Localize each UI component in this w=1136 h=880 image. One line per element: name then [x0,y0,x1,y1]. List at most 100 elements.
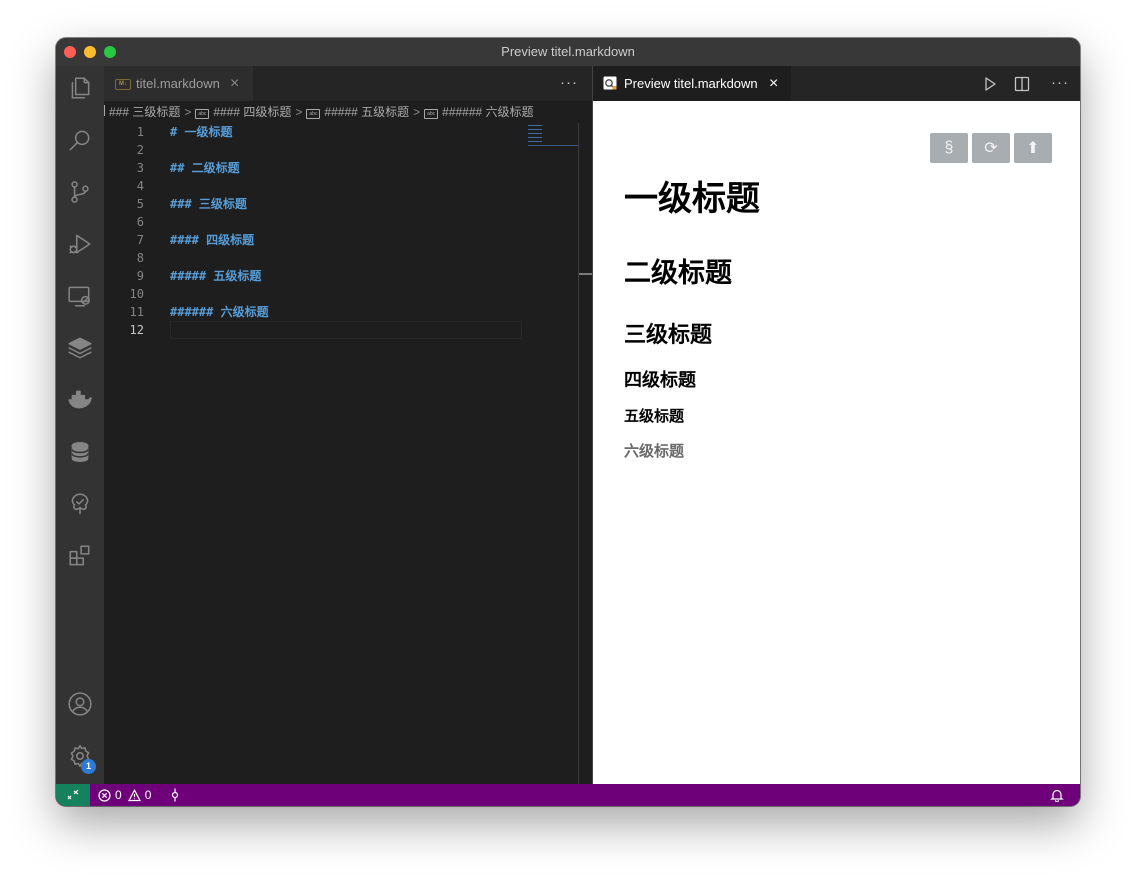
code-line-active: 12 [104,321,524,339]
preview-group: Preview titel.markdown × ··· § ⟳ ⬆ 一级标题 … [592,66,1080,784]
code-line: 4 [104,177,524,195]
warning-count: 0 [144,788,152,802]
tree-icon[interactable] [56,484,104,524]
tab-titel-markdown[interactable]: M↓ titel.markdown × [104,66,254,101]
string-symbol-icon: abc [306,109,321,119]
preview-icon [603,76,617,90]
code-line: 8 [104,249,524,267]
current-line-highlight [170,321,522,339]
tab-preview[interactable]: Preview titel.markdown × [593,66,791,101]
more-actions-button[interactable]: ··· [1051,66,1069,99]
line-number: 5 [136,197,144,211]
close-icon[interactable]: × [769,66,778,101]
line-text: ### 三级标题 [170,197,247,211]
line-text: # 一级标题 [170,125,233,139]
vscode-window: Preview titel.markdown 1 M↓ titel.markdo… [56,38,1080,806]
gear-icon[interactable]: 1 [56,736,104,776]
line-number: 11 [129,305,144,319]
breadcrumb-item[interactable]: abc ###### 六级标题 [424,105,534,119]
heading-5: 五级标题 [624,408,685,425]
line-text: ##### 五级标题 [170,269,262,283]
breadcrumb: ### 三级标题 > abc #### 四级标题 > abc ##### 五级标题 > abc #… [104,101,592,123]
heading-1: 一级标题 [624,180,760,218]
code-line: 6 [104,213,524,231]
remote-indicator[interactable] [56,784,90,806]
git-commit-indicator[interactable] [170,784,180,806]
chevron-right-icon: > [413,105,421,119]
line-number: 6 [136,215,144,229]
line-number: 7 [136,233,144,247]
editor-tab-bar: M↓ titel.markdown × ··· [104,66,592,101]
window-title: Preview titel.markdown [501,44,635,59]
breadcrumb-item[interactable]: abc ##### 五级标题 [306,105,409,119]
line-number: 2 [136,143,144,157]
line-number: 8 [136,251,144,265]
minimap-slider[interactable] [528,145,578,146]
string-symbol-icon: abc [424,109,439,119]
problems-indicator[interactable]: 0 0 [98,784,151,806]
chevron-right-icon: > [295,105,303,119]
code-line: 10 [104,285,524,303]
play-icon[interactable] [981,75,999,93]
more-actions-button[interactable]: ··· [560,66,578,99]
account-icon[interactable] [56,684,104,724]
heading-2: 二级标题 [624,258,732,288]
scrollbar-cursor-marker [579,273,592,275]
heading-6: 六级标题 [624,443,685,460]
code-line: 5 ### 三级标题 [104,195,524,213]
string-symbol-icon: abc [195,109,210,119]
line-text: #### 四级标题 [170,233,255,247]
line-number: 1 [136,125,144,139]
status-bar: 0 0 [56,784,1080,806]
markdown-icon: M↓ [115,79,131,90]
bell-icon [1050,789,1064,802]
code-editor[interactable]: 1 # 一级标题 2 3 ## 二级标题 4 5 ### 三级标题 6 7 #### 四… [104,123,592,784]
line-number: 3 [136,161,144,175]
warning-icon [127,788,141,801]
error-count: 0 [115,788,122,802]
layers-icon[interactable] [56,328,104,368]
scrollbar[interactable] [578,123,579,784]
breadcrumb-item[interactable]: abc #### 四级标题 [195,105,291,119]
source-control-icon[interactable] [56,172,104,212]
heading-3: 三级标题 [624,322,713,347]
code-line: 9 ##### 五级标题 [104,267,524,285]
line-number: 12 [129,323,144,337]
code-line: 1 # 一级标题 [104,123,524,141]
symbol-icon [104,105,105,116]
files-icon[interactable] [56,68,104,108]
database-icon[interactable] [56,432,104,472]
line-number: 9 [136,269,144,283]
run-debug-icon[interactable] [56,224,104,264]
scroll-top-button[interactable]: ⬆ [1014,133,1052,163]
git-commit-icon [171,788,179,802]
split-editor-icon[interactable] [1013,75,1031,93]
line-number: 4 [136,179,144,193]
heading-4: 四级标题 [624,370,696,390]
close-icon[interactable]: × [230,66,239,101]
settings-badge: 1 [81,759,96,774]
line-text: ## 二级标题 [170,161,240,175]
activity-bar: 1 [56,66,104,784]
breadcrumb-item[interactable]: ### 三级标题 [104,105,180,119]
minimap[interactable] [528,125,542,145]
search-icon[interactable] [56,120,104,160]
title-bar: Preview titel.markdown [56,38,1080,67]
preview-tab-bar: Preview titel.markdown × ··· [593,66,1080,101]
remote-icon [67,789,79,800]
markdown-preview: § ⟳ ⬆ 一级标题 二级标题 三级标题 四级标题 五级标题 六级标题 [593,101,1080,784]
section-button[interactable]: § [930,133,968,163]
tab-label: Preview titel.markdown [624,76,758,91]
refresh-button[interactable]: ⟳ [972,133,1010,163]
chevron-right-icon: > [184,105,192,119]
code-line: 2 [104,141,524,159]
remote-explorer-icon[interactable] [56,276,104,316]
extensions-icon[interactable] [56,536,104,576]
notifications-button[interactable] [1050,784,1064,806]
line-number: 10 [129,287,144,301]
code-line: 3 ## 二级标题 [104,159,524,177]
docker-icon[interactable] [56,380,104,420]
code-line: 11 ###### 六级标题 [104,303,524,321]
code-line: 7 #### 四级标题 [104,231,524,249]
error-icon [98,788,111,802]
